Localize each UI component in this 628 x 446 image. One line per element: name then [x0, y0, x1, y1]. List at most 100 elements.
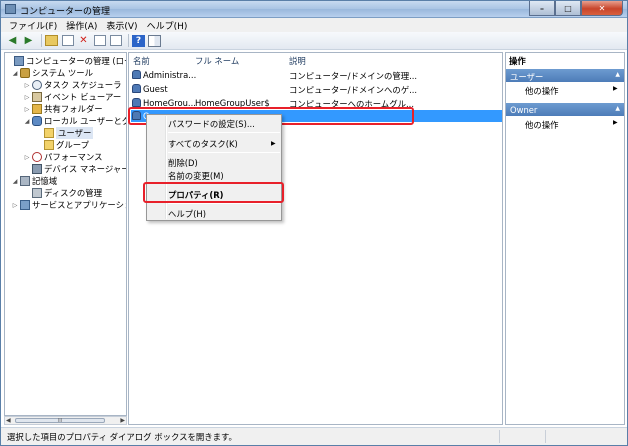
help-icon[interactable]: ? — [132, 34, 145, 47]
delete-icon[interactable]: ✕ — [77, 34, 90, 47]
maximize-button[interactable]: □ — [555, 1, 581, 16]
menu-view[interactable]: 表示(V) — [106, 19, 137, 32]
tree-item-computer-management[interactable]: コンピューターの管理 (ローカ — [5, 55, 126, 67]
menu-item-delete[interactable]: 削除(D) — [168, 157, 198, 169]
tree-item-label: イベント ビューアー — [44, 92, 122, 102]
menu-item-all-tasks[interactable]: すべてのタスク(K) — [168, 138, 238, 150]
menu-file[interactable]: ファイル(F) — [9, 19, 57, 32]
tree-item-system-tools[interactable]: ◢ システム ツール — [11, 67, 93, 79]
tree-item-label: コンピューターの管理 (ローカ — [26, 56, 126, 66]
tree-item-label: ローカル ユーザーとグ — [44, 116, 127, 126]
expand-arrow-icon[interactable]: ▷ — [23, 82, 31, 89]
tree-item-device-manager[interactable]: デバイス マネージャー — [23, 163, 126, 175]
menu-item-help[interactable]: ヘルプ(H) — [168, 208, 206, 220]
actions-section-owner[interactable]: Owner ▲ — [506, 103, 624, 116]
tree-item-label: サービスとアプリケーショ — [32, 200, 127, 210]
action-more-actions-users[interactable]: 他の操作 ▶ — [525, 85, 618, 97]
forward-arrow-icon[interactable]: ▶ — [22, 34, 35, 47]
window-title: コンピューターの管理 — [20, 7, 111, 17]
menu-item-set-password[interactable]: パスワードの設定(S)... — [168, 118, 255, 130]
column-header-description[interactable]: 説明 — [289, 55, 306, 67]
expand-arrow-icon[interactable]: ▷ — [11, 202, 19, 209]
maximize-icon: □ — [564, 3, 572, 13]
folder-icon — [44, 140, 54, 150]
toolbar-divider — [128, 34, 129, 47]
toolbar: ◀ ▶ ✕ ? — [1, 32, 627, 50]
tree-item-label: パフォーマンス — [44, 152, 103, 162]
properties-icon[interactable] — [93, 34, 106, 47]
scroll-left-icon[interactable]: ◀ — [6, 417, 11, 424]
tree-item-users[interactable]: ユーザー — [35, 127, 94, 139]
shared-folder-icon — [32, 104, 42, 114]
status-divider — [499, 430, 500, 443]
expand-arrow-icon[interactable]: ▷ — [23, 106, 31, 113]
toolbar-divider — [41, 34, 42, 47]
tree-item-label: ディスクの管理 — [44, 188, 103, 198]
tree-item-storage[interactable]: ◢ 記憶域 — [11, 175, 57, 187]
section-label: ユーザー — [510, 72, 544, 82]
scroll-right-icon[interactable]: ▶ — [120, 417, 125, 424]
minimize-button[interactable]: – — [529, 1, 555, 16]
tree-item-local-users-groups[interactable]: ◢ ローカル ユーザーとグ — [23, 115, 127, 127]
menu-divider — [168, 132, 280, 133]
properties-highlight — [143, 182, 284, 203]
back-arrow-icon[interactable]: ◀ — [6, 34, 19, 47]
computer-management-window: コンピューターの管理 – □ ✕ ファイル(F) 操作(A) 表示(V) ヘルプ… — [0, 0, 628, 446]
tree-item-label: グループ — [56, 140, 89, 150]
expand-arrow-icon[interactable]: ▷ — [23, 154, 31, 161]
scroll-thumb[interactable]: III — [15, 418, 105, 424]
status-divider — [545, 430, 546, 443]
actions-section-users[interactable]: ユーザー ▲ — [506, 69, 624, 82]
computer-icon — [14, 56, 24, 66]
list-item[interactable]: Guest コンピューター/ドメインへのゲ... — [131, 83, 502, 95]
minimize-icon: – — [540, 3, 544, 13]
computer-management-icon — [5, 4, 16, 14]
section-label: Owner — [510, 105, 538, 115]
tree-item-performance[interactable]: ▷ パフォーマンス — [23, 151, 102, 163]
status-bar: 選択した項目のプロパティ ダイアログ ボックスを開きます。 — [1, 427, 627, 445]
collapse-icon[interactable]: ▲ — [615, 105, 620, 112]
tree-item-label: 共有フォルダー — [44, 104, 103, 114]
export-icon[interactable] — [109, 34, 122, 47]
show-action-pane-icon[interactable] — [148, 34, 161, 47]
collapse-icon[interactable]: ▲ — [615, 71, 620, 78]
actions-title: 操作 — [509, 56, 526, 66]
tools-icon — [20, 68, 30, 78]
menu-bar: ファイル(F) 操作(A) 表示(V) ヘルプ(H) — [1, 18, 627, 32]
services-icon — [20, 200, 30, 210]
user-icon — [132, 70, 141, 79]
tree-horizontal-scrollbar[interactable]: ◀ III ▶ — [4, 416, 127, 425]
collapse-arrow-icon[interactable]: ◢ — [11, 70, 19, 77]
clock-icon — [32, 80, 42, 90]
title-bar[interactable]: コンピューターの管理 – □ ✕ — [1, 1, 627, 18]
column-header-fullname[interactable]: フル ネーム — [195, 55, 239, 67]
close-icon: ✕ — [598, 3, 606, 13]
collapse-arrow-icon[interactable]: ◢ — [11, 178, 19, 185]
list-item[interactable]: Administra... コンピューター/ドメインの管理... — [131, 69, 502, 81]
status-text: 選択した項目のプロパティ ダイアログ ボックスを開きます。 — [7, 432, 237, 442]
tree-item-task-scheduler[interactable]: ▷ タスク スケジューラ — [23, 79, 121, 91]
action-more-actions-owner[interactable]: 他の操作 ▶ — [525, 119, 618, 131]
tree-item-disk-management[interactable]: ディスクの管理 — [23, 187, 102, 199]
tree-item-event-viewer[interactable]: ▷ イベント ビューアー — [23, 91, 121, 103]
tree-item-services-applications[interactable]: ▷ サービスとアプリケーショ — [11, 199, 127, 211]
tree-item-shared-folders[interactable]: ▷ 共有フォルダー — [23, 103, 103, 115]
menu-help[interactable]: ヘルプ(H) — [147, 19, 188, 32]
tree-item-groups[interactable]: グループ — [35, 139, 89, 151]
tree-item-label: システム ツール — [32, 68, 94, 78]
column-header-name[interactable]: 名前 — [133, 55, 150, 67]
show-tree-icon[interactable] — [61, 34, 74, 47]
device-manager-icon — [32, 164, 42, 174]
navigation-tree[interactable]: コンピューターの管理 (ローカ ◢ システム ツール ▷ タスク スケジューラ … — [4, 52, 127, 416]
folder-icon — [44, 128, 54, 138]
expand-arrow-icon[interactable]: ▷ — [23, 94, 31, 101]
close-button[interactable]: ✕ — [581, 1, 623, 16]
up-folder-icon[interactable] — [45, 34, 58, 47]
menu-divider — [168, 152, 280, 153]
tree-item-label: ユーザー — [56, 127, 94, 139]
submenu-arrow-icon: ▶ — [613, 85, 618, 92]
action-label: 他の操作 — [525, 86, 559, 96]
menu-item-rename[interactable]: 名前の変更(M) — [168, 170, 224, 182]
collapse-arrow-icon[interactable]: ◢ — [23, 118, 31, 125]
menu-action[interactable]: 操作(A) — [66, 19, 97, 32]
